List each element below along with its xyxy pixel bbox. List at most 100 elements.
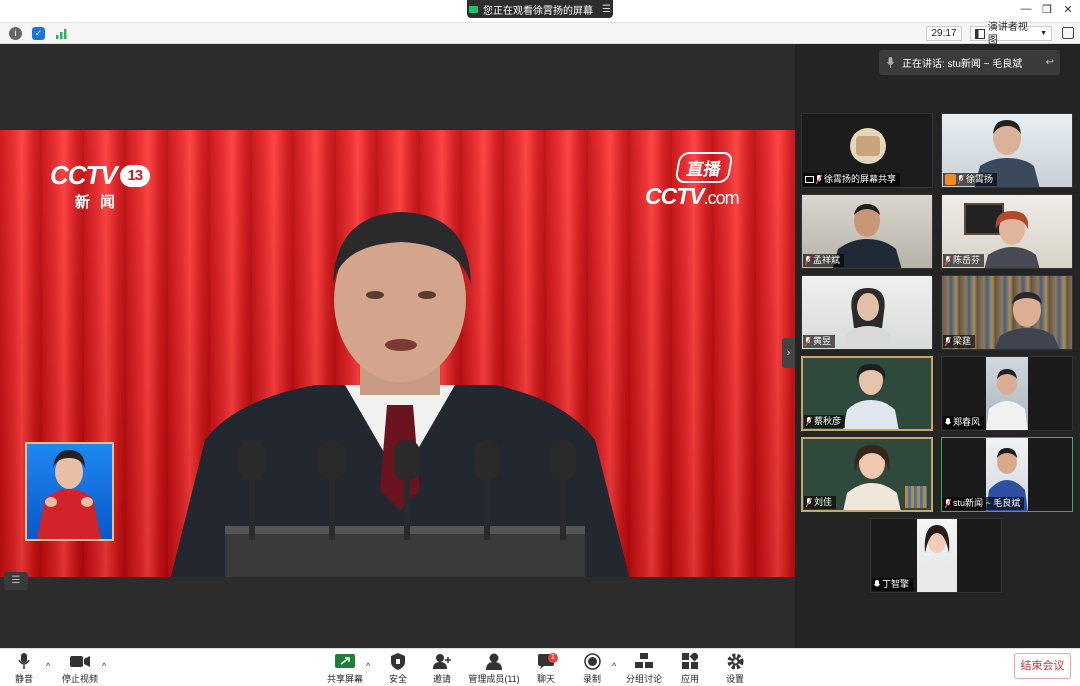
settings-label: 设置 (725, 674, 744, 684)
tile-name: 郑春风 (953, 417, 981, 427)
mic-icon (945, 418, 951, 427)
tile-name: 刘佳 (814, 497, 833, 507)
chevron-up-icon[interactable]: ^ (102, 661, 106, 671)
meeting-timer: 29:17 (926, 26, 962, 41)
gear-icon (727, 653, 743, 669)
add-user-icon (433, 653, 451, 669)
channel-logo: CCTV (50, 160, 118, 190)
breakout-label: 分组讨论 (626, 674, 663, 684)
stop-video-label: 停止视频 (61, 674, 98, 684)
end-meeting-button[interactable]: 结束会议 (1014, 653, 1071, 679)
mic-muted-icon (945, 337, 951, 346)
tile-name: 黄昱 (813, 336, 832, 346)
shield-icon (391, 652, 405, 670)
microphone-icon (18, 652, 30, 669)
info-icon[interactable]: i (9, 27, 22, 40)
tile-name: 丁智擎 (882, 579, 910, 589)
invite-button[interactable]: 邀请 (428, 652, 456, 685)
chevron-up-icon[interactable]: ^ (612, 661, 616, 671)
share-screen-icon (335, 653, 355, 668)
screen-share-icon (805, 176, 814, 183)
tile-participant[interactable]: 黄昱 (801, 275, 933, 350)
security-button[interactable]: 安全 (384, 652, 412, 685)
mute-button[interactable]: 静音 (10, 652, 38, 685)
mic-icon (887, 57, 894, 68)
mic-icon (874, 580, 880, 589)
host-icon (945, 174, 956, 185)
reply-icon[interactable]: ↩ (1046, 57, 1054, 68)
breakout-button[interactable]: 分组讨论 (626, 652, 662, 685)
mic-muted-icon (805, 337, 811, 346)
shield-icon[interactable]: ✓ (32, 27, 45, 40)
speaker-figure (170, 212, 630, 577)
meeting-toolbar: i ✓ 29:17 演讲者视图 ▼ (0, 22, 1080, 46)
tile-name: 蔡秋彦 (814, 416, 842, 426)
mic-muted-icon (945, 256, 951, 265)
mute-label: 静音 (14, 674, 33, 684)
tile-name: 徐霄扬的屏幕共享 (824, 174, 897, 184)
share-banner-text: 您正在观看徐霄扬的屏幕 (483, 5, 594, 17)
record-button[interactable]: 录制 (578, 652, 606, 685)
invite-label: 邀请 (432, 674, 451, 684)
participants-label: 管理成员(11) (468, 674, 520, 684)
share-screen-button[interactable]: 共享屏幕 (326, 652, 364, 685)
tile-name: 孟祥斌 (813, 255, 841, 265)
tile-name: 梁莛 (953, 336, 972, 346)
shared-video: CCTV 13 新闻 直播 CCTV.com (0, 130, 795, 577)
tile-participant[interactable]: 郑春风 (941, 356, 1073, 431)
cctv13-logo: CCTV 13 新闻 (50, 160, 150, 212)
participants-button[interactable]: 管理成员(11) (468, 652, 520, 685)
signal-icon[interactable] (55, 27, 68, 40)
apps-icon (682, 653, 698, 669)
settings-button[interactable]: 设置 (721, 652, 749, 685)
sign-language-inset (25, 442, 114, 541)
share-screen-label: 共享屏幕 (326, 674, 363, 684)
minimize-icon[interactable]: — (1016, 3, 1036, 15)
avatar (850, 128, 886, 164)
participants-icon (486, 653, 502, 670)
menu-icon[interactable]: ☰ (602, 4, 611, 15)
tile-participant[interactable]: 梁莛 (941, 275, 1073, 350)
collapse-panel-icon[interactable]: › (782, 338, 795, 368)
tile-participant[interactable]: 孟祥斌 (801, 194, 933, 269)
chevron-up-icon[interactable]: ^ (46, 661, 50, 671)
tile-participant[interactable]: 蔡秋彦 (801, 356, 933, 431)
tile-participant[interactable]: 丁智擎 (870, 518, 1002, 593)
chat-button[interactable]: 1 聊天 (532, 652, 560, 685)
restore-icon[interactable]: ❐ (1037, 3, 1057, 16)
fullscreen-icon[interactable] (1062, 27, 1074, 39)
channel-name: 新闻 (75, 194, 126, 211)
title-bar: 您正在观看徐霄扬的屏幕 ☰ — ❐ ✕ (0, 0, 1080, 23)
record-icon (583, 652, 601, 670)
chevron-up-icon[interactable]: ^ (366, 661, 370, 671)
chat-badge: 1 (548, 653, 558, 663)
video-camera-icon (70, 655, 90, 667)
share-camera-icon (469, 5, 479, 13)
meeting-controls: 静音 ^ 停止视频 ^ 共享屏幕 ^ 安全 邀请 管理成员(11) 1 聊天 录… (0, 648, 1080, 686)
tile-active-speaker[interactable]: stu新闻 ~ 毛良斌 (941, 437, 1073, 512)
view-switch-label: 演讲者视图 (987, 21, 1028, 46)
stop-video-button[interactable]: 停止视频 (60, 652, 100, 685)
share-banner[interactable]: 您正在观看徐霄扬的屏幕 ☰ (467, 0, 613, 18)
live-logo-text: CCTV (645, 183, 705, 209)
mic-icon (945, 499, 951, 508)
mic-muted-icon (806, 498, 812, 507)
shared-screen-area: CCTV 13 新闻 直播 CCTV.com ☰ › (0, 44, 795, 648)
channel-number: 13 (119, 164, 150, 187)
apps-button[interactable]: 应用 (676, 652, 704, 685)
close-icon[interactable]: ✕ (1058, 3, 1078, 16)
security-label: 安全 (388, 674, 407, 684)
record-label: 录制 (582, 674, 601, 684)
tile-participant[interactable]: 刘佳 (801, 437, 933, 512)
view-switch-button[interactable]: 演讲者视图 ▼ (970, 22, 1052, 46)
tile-participant[interactable]: 陈岳芬 (941, 194, 1073, 269)
mic-muted-icon (806, 417, 812, 426)
mic-muted-icon (958, 175, 964, 184)
tile-screen-share[interactable]: 徐霄扬的屏幕共享 (801, 113, 933, 188)
tile-participant[interactable]: 徐霄扬 (941, 113, 1073, 188)
active-speaker-label: 正在讲话: stu新闻 ~ 毛良斌 (902, 59, 1023, 70)
tile-name: stu新闻 ~ 毛良斌 (953, 498, 1021, 508)
live-logo-suffix: .com (703, 188, 740, 208)
active-speaker-banner: 正在讲话: stu新闻 ~ 毛良斌 ↩ (879, 50, 1060, 75)
list-icon[interactable]: ☰ (4, 572, 28, 590)
